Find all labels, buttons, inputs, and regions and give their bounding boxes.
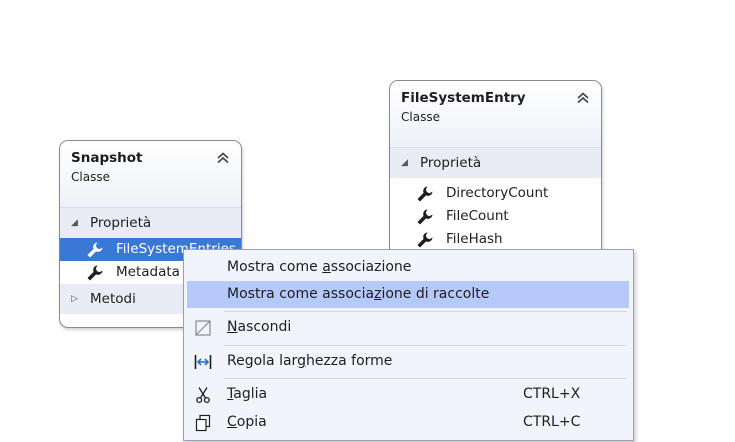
properties-section-header[interactable]: ◢ Proprietà bbox=[390, 148, 601, 178]
menu-separator bbox=[224, 378, 627, 379]
menu-item-label: Taglia bbox=[227, 386, 268, 402]
expanded-triangle-icon[interactable]: ◢ bbox=[401, 148, 408, 178]
property-item[interactable]: FileCount bbox=[390, 205, 601, 228]
collapsed-triangle-icon[interactable]: ▷ bbox=[71, 284, 78, 314]
menu-item-show-as-association[interactable]: Mostra come associazione bbox=[187, 254, 629, 281]
menu-item-hide[interactable]: Nascondi bbox=[187, 314, 629, 341]
class-title: Snapshot bbox=[71, 150, 143, 166]
menu-item-shortcut: CTRL+C bbox=[523, 414, 581, 430]
expanded-triangle-icon[interactable]: ◢ bbox=[71, 208, 78, 238]
wrench-icon bbox=[416, 208, 434, 226]
collapse-chevron-icon[interactable] bbox=[216, 149, 230, 168]
menu-item-label: Mostra come associazione di raccolte bbox=[227, 286, 490, 302]
wrench-icon bbox=[86, 264, 104, 282]
menu-item-label: Copia bbox=[227, 414, 267, 430]
copy-icon bbox=[194, 414, 212, 432]
menu-item-label: Regola larghezza forme bbox=[227, 353, 393, 369]
menu-item-cut[interactable]: Taglia CTRL+X bbox=[187, 381, 629, 408]
wrench-icon bbox=[416, 231, 434, 249]
scissors-icon bbox=[194, 386, 212, 404]
section-label: Metodi bbox=[90, 291, 136, 307]
menu-item-shortcut: CTRL+X bbox=[523, 386, 581, 402]
class-type-label: Classe bbox=[401, 110, 440, 124]
property-item[interactable]: FileHash bbox=[390, 228, 601, 251]
property-name: FileCount bbox=[446, 208, 509, 224]
section-label: Proprietà bbox=[420, 155, 482, 171]
section-label: Proprietà bbox=[90, 215, 152, 231]
class-type-label: Classe bbox=[71, 170, 110, 184]
class-header[interactable]: FileSystemEntry Classe bbox=[390, 81, 601, 148]
property-name: DirectoryCount bbox=[446, 185, 549, 201]
collapse-chevron-icon[interactable] bbox=[576, 89, 590, 108]
property-name: FileHash bbox=[446, 231, 503, 247]
context-menu: Mostra come associazione Mostra come ass… bbox=[183, 249, 634, 441]
menu-item-copy[interactable]: Copia CTRL+C bbox=[187, 409, 629, 436]
menu-item-label: Nascondi bbox=[227, 319, 292, 335]
menu-item-label: Mostra come associazione bbox=[227, 259, 412, 275]
class-title: FileSystemEntry bbox=[401, 90, 526, 106]
wrench-icon bbox=[416, 185, 434, 203]
filesystementry-class-shape[interactable]: FileSystemEntry Classe ◢ Proprietà Direc… bbox=[389, 80, 602, 262]
hide-icon bbox=[194, 319, 212, 337]
menu-separator bbox=[224, 311, 627, 312]
property-item[interactable]: DirectoryCount bbox=[390, 182, 601, 205]
properties-section-header[interactable]: ◢ Proprietà bbox=[60, 208, 241, 238]
wrench-icon bbox=[86, 241, 104, 259]
class-header[interactable]: Snapshot Classe bbox=[60, 141, 241, 208]
menu-item-show-as-collection-association[interactable]: Mostra come associazione di raccolte bbox=[187, 281, 629, 308]
menu-separator bbox=[224, 345, 627, 346]
menu-item-adjust-width[interactable]: Regola larghezza forme bbox=[187, 348, 629, 375]
property-name: Metadata bbox=[116, 264, 180, 280]
adjust-width-icon bbox=[194, 353, 212, 371]
